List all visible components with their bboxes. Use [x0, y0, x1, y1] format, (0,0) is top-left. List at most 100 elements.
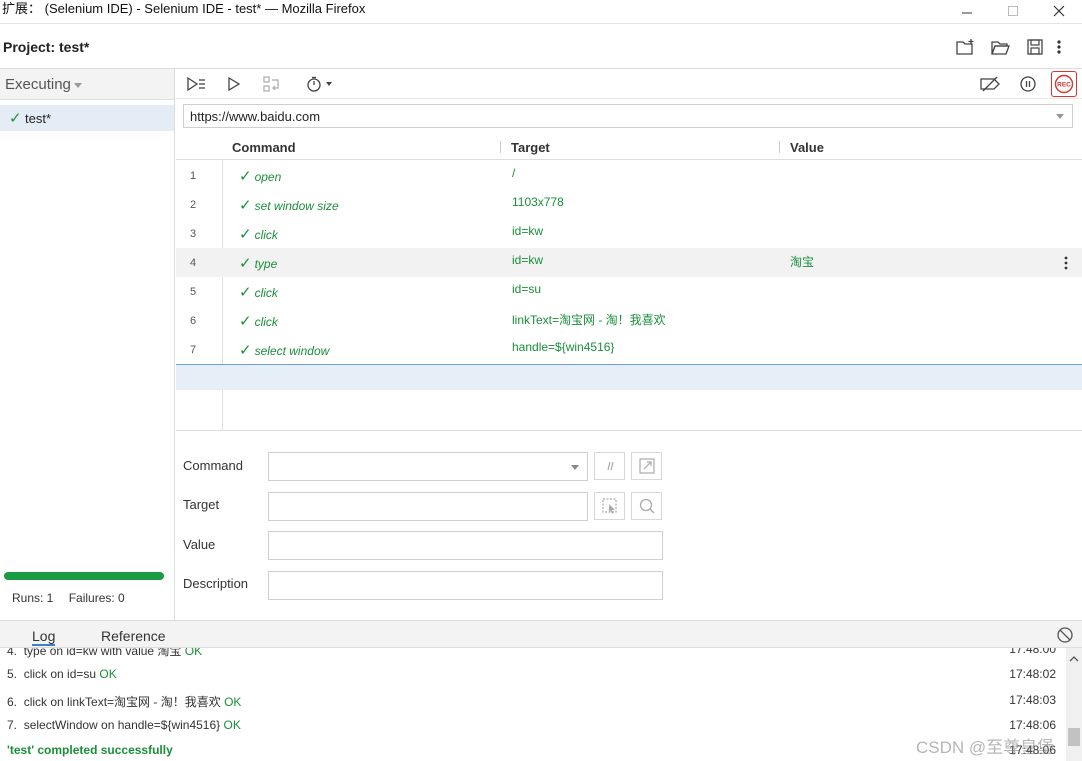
open-external-icon	[638, 458, 655, 474]
pause-on-exceptions-button[interactable]	[1017, 73, 1039, 95]
more-vertical-icon	[1064, 256, 1068, 270]
run-current-test-button[interactable]	[223, 73, 245, 95]
log-time: 17:48:02	[1009, 667, 1056, 681]
check-icon: ✓	[239, 342, 252, 359]
command-input[interactable]	[268, 452, 588, 481]
maximize-icon	[1008, 6, 1018, 16]
command-field-label: Command	[183, 458, 243, 473]
project-more-button[interactable]	[1052, 37, 1066, 57]
check-icon: ✓	[239, 255, 252, 272]
run-stats: Runs: 1 Failures: 0	[12, 591, 137, 605]
search-icon	[639, 498, 655, 514]
minimize-button[interactable]	[944, 0, 990, 22]
project-name[interactable]: test*	[59, 39, 89, 55]
target-input[interactable]	[268, 492, 588, 521]
command-table: Command Target Value 1 ✓ open / 2 ✓ set wi…	[176, 133, 1082, 431]
comment-slashes-icon	[606, 461, 614, 471]
command-row[interactable]: 3 ✓ click id=kw	[176, 219, 1082, 248]
log-entry: 5. click on id=su OK 17:48:02	[7, 667, 1056, 681]
watermark: CSDN @至尊皇堡	[916, 738, 1055, 757]
chevron-down-icon[interactable]	[1056, 114, 1064, 119]
base-url-value: https://www.baidu.com	[190, 109, 321, 124]
row-target: id=kw	[512, 253, 544, 267]
command-editor: Command Target Value Description	[176, 432, 1082, 620]
sidebar-mode-label: Executing	[5, 76, 71, 93]
new-folder-icon	[956, 39, 974, 55]
check-icon: ✓	[239, 313, 252, 330]
row-more-button[interactable]	[1064, 256, 1068, 273]
row-command: ✓ set window size	[239, 197, 339, 214]
comment-toggle-button[interactable]	[594, 452, 625, 480]
save-project-button[interactable]	[1024, 37, 1046, 57]
log-time: 17:48:00	[1009, 648, 1056, 656]
base-url-field[interactable]: https://www.baidu.com	[183, 104, 1073, 128]
tab-log[interactable]: Log	[32, 628, 56, 646]
play-icon	[228, 77, 241, 91]
sidebar-mode-selector[interactable]: Executing	[0, 69, 174, 100]
open-project-button[interactable]	[989, 37, 1011, 57]
command-row[interactable]: 6 ✓ click linkText=淘宝网 - 淘！我喜欢	[176, 306, 1082, 335]
window-title: 扩展： (Selenium IDE) - Selenium IDE - test…	[2, 1, 366, 16]
minimize-icon	[962, 12, 972, 14]
value-field-label: Value	[183, 537, 216, 552]
row-command: ✓ type	[239, 255, 278, 272]
row-value: 淘宝	[790, 255, 815, 269]
disable-breakpoints-button[interactable]	[979, 73, 1001, 95]
run-progress-bar	[4, 572, 164, 580]
tab-reference[interactable]: Reference	[101, 628, 166, 644]
save-icon	[1027, 39, 1043, 55]
log-scrollbar[interactable]	[1066, 648, 1082, 761]
chevron-down-icon[interactable]	[571, 465, 579, 470]
row-number: 3	[190, 228, 197, 240]
project-title: Project: test*	[3, 39, 89, 55]
description-input[interactable]	[268, 571, 663, 600]
check-icon: ✓	[239, 284, 252, 301]
new-project-button[interactable]	[954, 37, 976, 57]
column-divider[interactable]	[779, 141, 780, 153]
select-target-button[interactable]	[594, 492, 625, 520]
step-over-button[interactable]	[261, 73, 283, 95]
log-entry: 6. click on linkText=淘宝网 - 淘！我喜欢 OK 17:4…	[7, 693, 1056, 709]
close-icon	[1053, 5, 1065, 17]
row-command: ✓ click	[239, 313, 278, 330]
toolbar: REC	[176, 69, 1082, 99]
column-header-target: Target	[511, 140, 550, 155]
find-target-button[interactable]	[631, 492, 662, 520]
run-all-tests-button[interactable]	[185, 73, 207, 95]
record-button[interactable]: REC	[1051, 71, 1077, 97]
close-button[interactable]	[1036, 0, 1082, 22]
row-number: 1	[190, 170, 197, 182]
check-icon: ✓	[239, 226, 252, 243]
row-target: id=kw	[512, 224, 544, 238]
project-label: Project:	[3, 39, 56, 55]
command-row[interactable]: 7 ✓ select window handle=${win4516}	[176, 335, 1082, 364]
command-row[interactable]: 1 ✓ open /	[176, 161, 1082, 190]
maximize-button[interactable]	[990, 0, 1036, 22]
svg-text:REC: REC	[1057, 82, 1071, 89]
command-row-new[interactable]	[176, 364, 1082, 390]
failures-count: Failures: 0	[68, 591, 125, 605]
test-name: test*	[25, 111, 52, 126]
scrollbar-thumb[interactable]	[1068, 728, 1080, 746]
runs-count: Runs: 1	[12, 591, 54, 605]
log-panel: 4. type on id=kw with value 淘宝 OK 17:48:…	[0, 648, 1066, 761]
row-number: 5	[190, 286, 197, 298]
column-divider[interactable]	[500, 141, 501, 153]
row-number: 7	[190, 344, 197, 356]
open-reference-button[interactable]	[631, 452, 662, 480]
test-speed-button[interactable]	[304, 73, 336, 95]
row-target: /	[512, 166, 516, 180]
record-icon: REC	[1054, 74, 1074, 94]
sidebar-item-test[interactable]: ✓ test*	[0, 105, 174, 131]
project-header: Project: test*	[0, 25, 1082, 69]
command-row-selected[interactable]: 4 ✓ type id=kw 淘宝	[176, 248, 1082, 277]
test-sidebar: Executing ✓ test* Runs: 1 Failures: 0	[0, 69, 175, 620]
value-input[interactable]	[268, 531, 663, 560]
check-icon: ✓	[239, 168, 252, 185]
row-number: 2	[190, 199, 197, 211]
bottom-panel-tabs: Log Reference	[0, 620, 1082, 648]
target-field-label: Target	[183, 497, 220, 512]
command-row[interactable]: 2 ✓ set window size 1103x778	[176, 190, 1082, 219]
command-row[interactable]: 5 ✓ click id=su	[176, 277, 1082, 306]
clear-log-button[interactable]	[1056, 626, 1074, 647]
